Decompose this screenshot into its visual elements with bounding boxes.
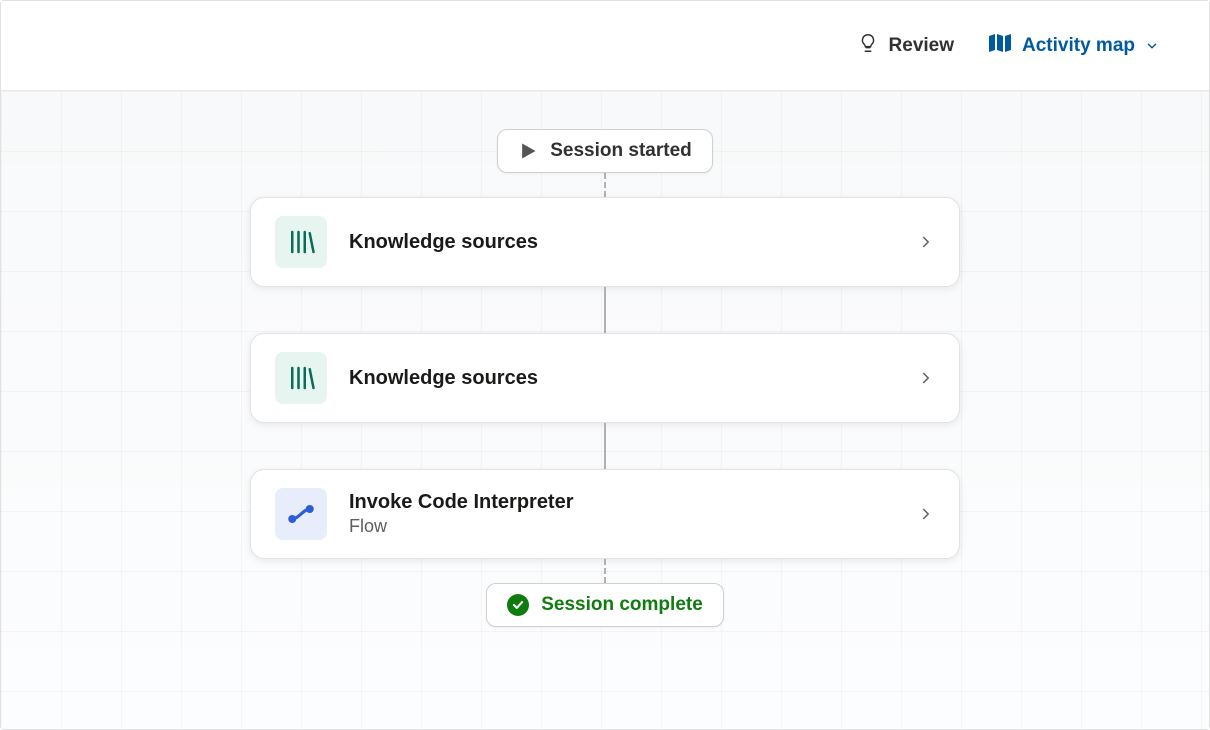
node-knowledge-sources-2[interactable]: Knowledge sources	[250, 333, 960, 423]
play-icon	[518, 141, 538, 161]
node-invoke-code-interpreter[interactable]: Invoke Code Interpreter Flow	[250, 469, 960, 559]
node-body: Invoke Code Interpreter Flow	[349, 491, 917, 537]
flow-container: Session started Knowledge sources	[245, 129, 965, 627]
activity-map-button[interactable]: Activity map	[988, 32, 1159, 60]
node-title: Invoke Code Interpreter	[349, 491, 917, 514]
chevron-right-icon	[917, 233, 935, 251]
node-body: Knowledge sources	[349, 231, 917, 254]
node-title: Knowledge sources	[349, 367, 917, 390]
review-button[interactable]: Review	[857, 32, 954, 60]
activity-map-label: Activity map	[1022, 35, 1135, 57]
connector	[604, 559, 606, 583]
lightbulb-icon	[857, 32, 879, 60]
node-subtitle: Flow	[349, 516, 917, 537]
session-started-label: Session started	[550, 140, 692, 162]
toolbar: Review Activity map	[1, 1, 1209, 91]
session-started-pill: Session started	[497, 129, 713, 173]
checkmark-icon	[507, 594, 529, 616]
node-title: Knowledge sources	[349, 231, 917, 254]
chevron-down-icon	[1145, 39, 1159, 53]
connector	[604, 173, 606, 197]
session-complete-label: Session complete	[541, 594, 703, 616]
node-body: Knowledge sources	[349, 367, 917, 390]
session-complete-pill: Session complete	[486, 583, 724, 627]
connector	[604, 423, 606, 469]
review-label: Review	[889, 35, 954, 57]
flow-canvas[interactable]: Session started Knowledge sources	[1, 91, 1209, 729]
chevron-right-icon	[917, 505, 935, 523]
map-icon	[988, 32, 1012, 60]
chevron-right-icon	[917, 369, 935, 387]
flow-icon	[275, 488, 327, 540]
books-icon	[275, 352, 327, 404]
node-knowledge-sources-1[interactable]: Knowledge sources	[250, 197, 960, 287]
connector	[604, 287, 606, 333]
books-icon	[275, 216, 327, 268]
